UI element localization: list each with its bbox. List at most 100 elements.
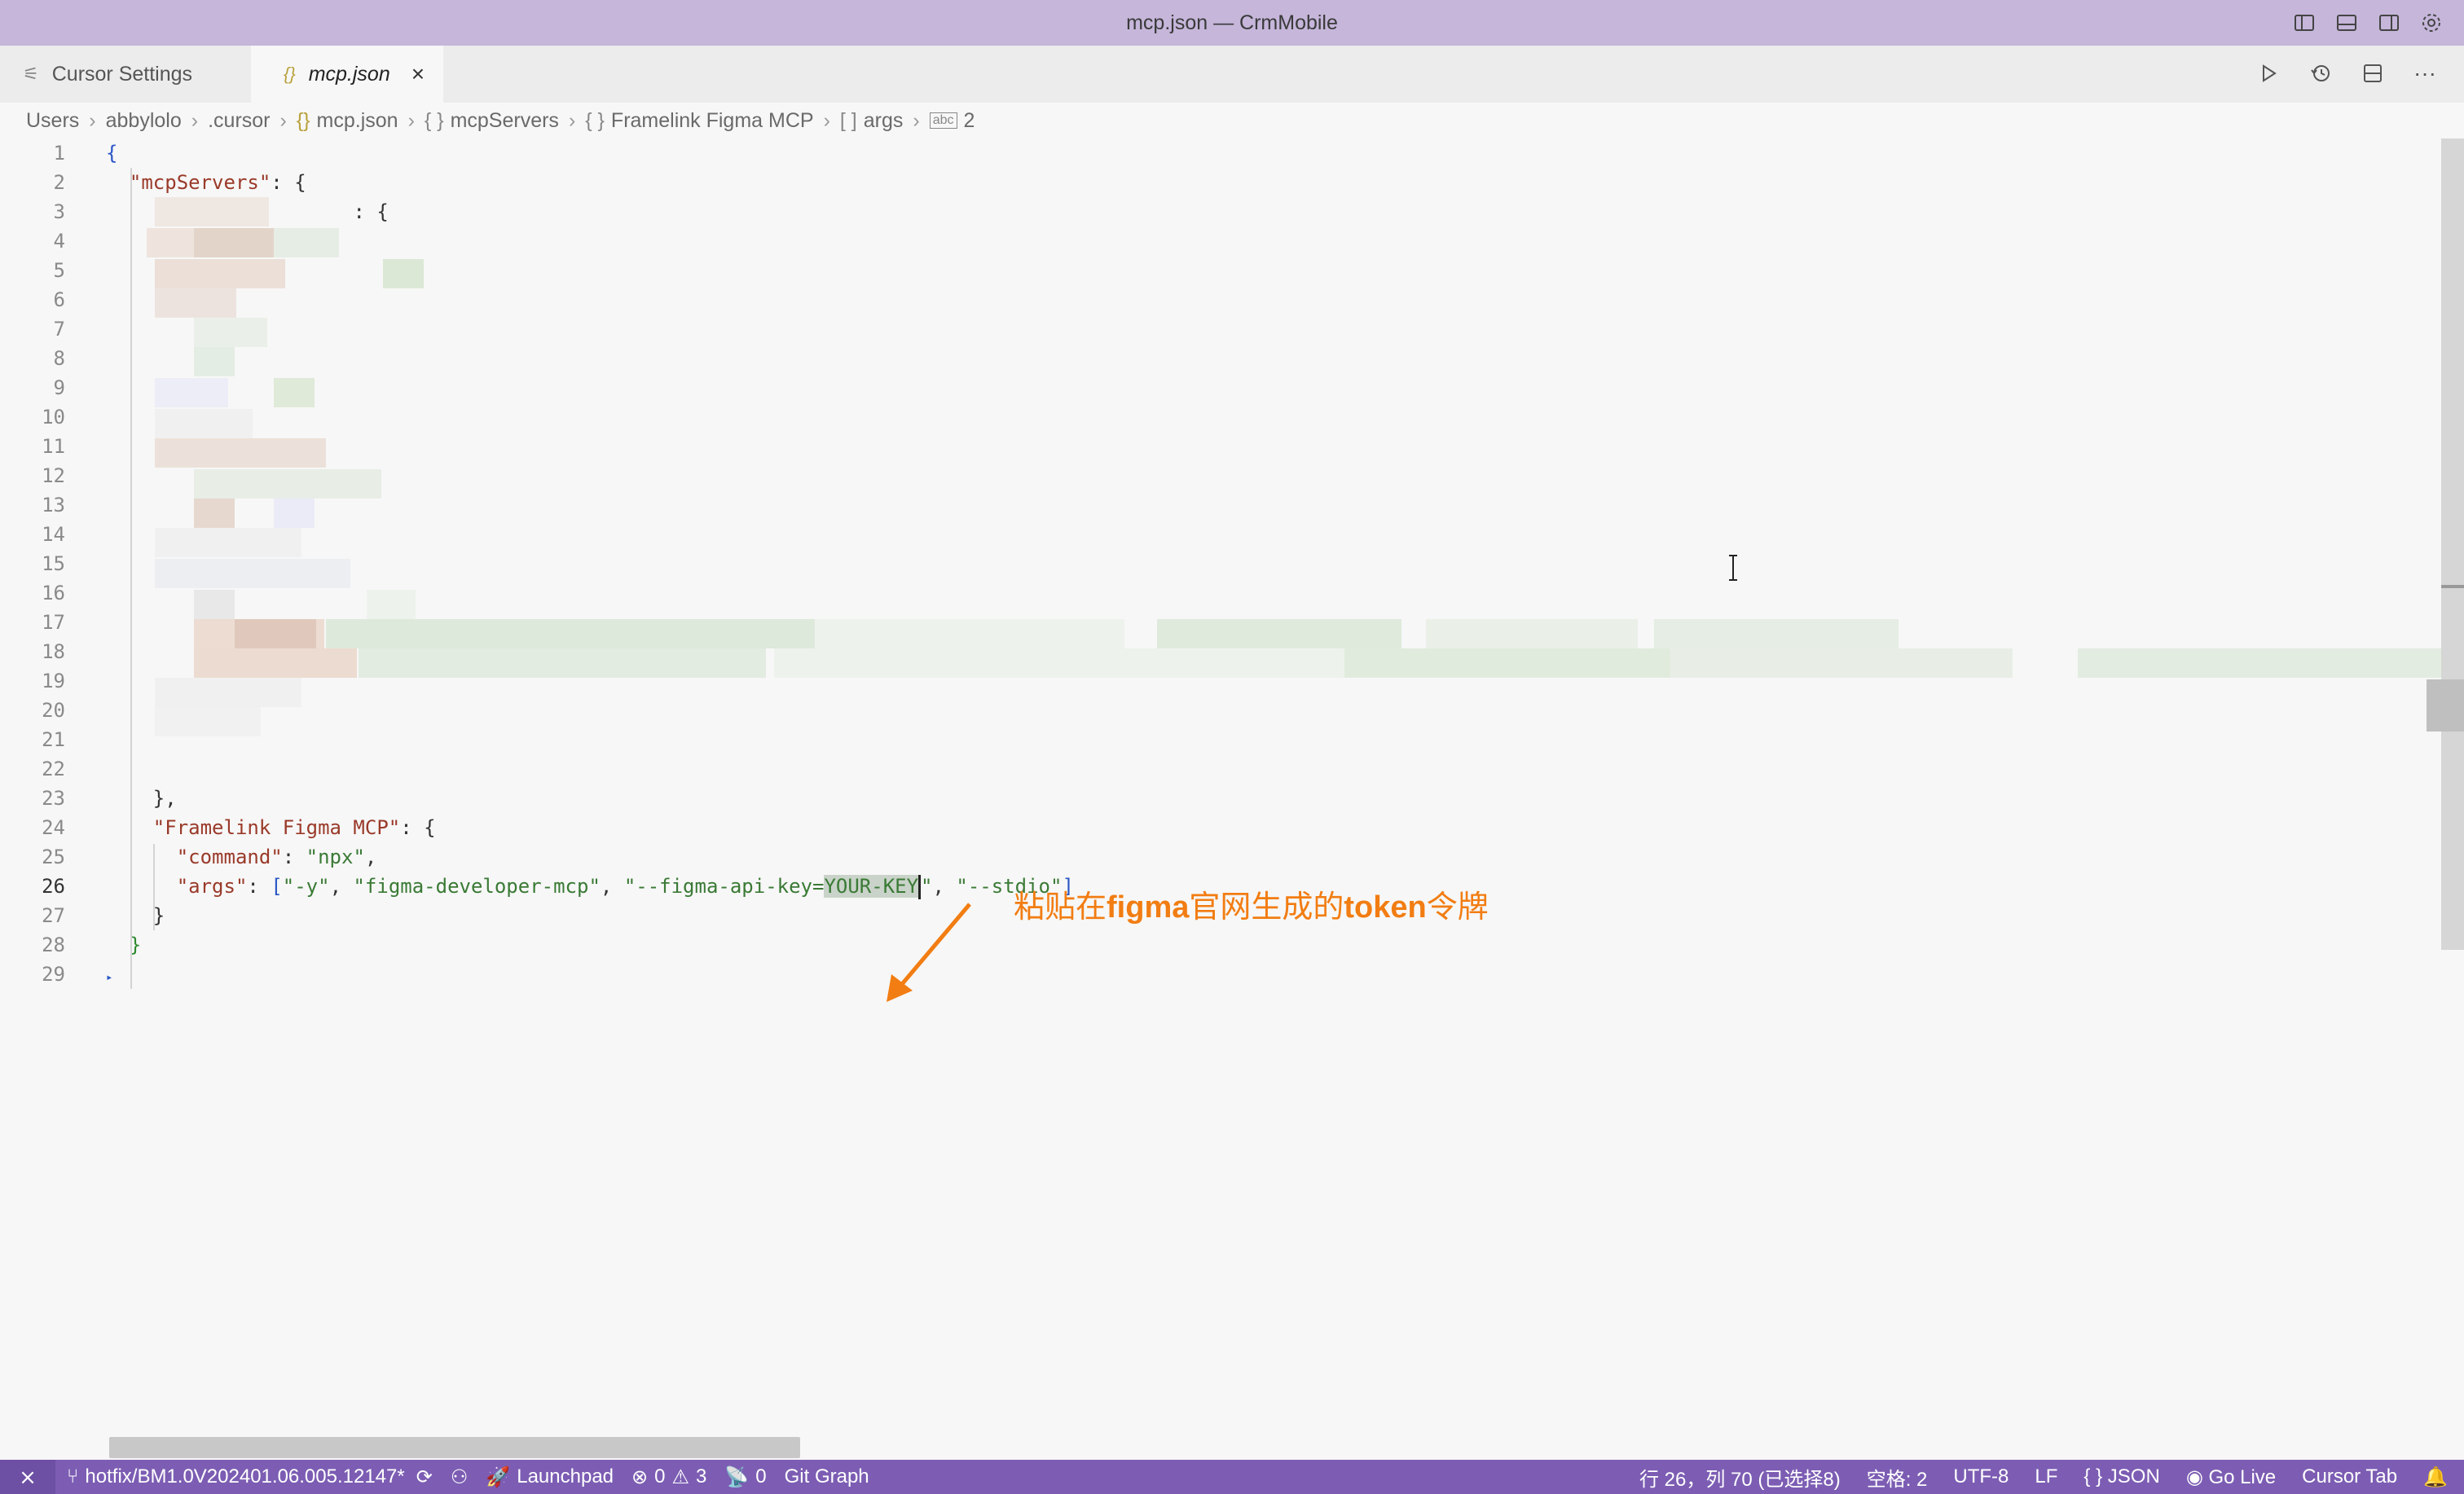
text-cursor-ibeam-icon xyxy=(1729,555,1737,581)
line-number: 2 xyxy=(53,171,65,194)
tab-cursor-settings[interactable]: ⚟ Cursor Settings xyxy=(0,46,251,103)
more-icon[interactable]: ··· xyxy=(2410,59,2440,88)
line-number: 18 xyxy=(42,640,65,663)
horizontal-scrollbar[interactable] xyxy=(109,1437,800,1458)
breadcrumb-item[interactable]: .cursor xyxy=(208,109,270,133)
settings-sliders-icon: ⚟ xyxy=(23,64,39,84)
chevron-right-icon: › xyxy=(823,108,830,132)
editor-tab-bar: ⚟ Cursor Settings {} mcp.json × ··· xyxy=(0,46,2464,103)
line-number: 10 xyxy=(42,406,65,428)
line-number: 9 xyxy=(53,376,65,399)
end-of-line[interactable]: LF xyxy=(2035,1465,2057,1488)
json-braces-icon: { } xyxy=(2083,1465,2103,1487)
chevron-right-icon: › xyxy=(89,108,96,132)
broadcast-icon: ◉ xyxy=(2185,1465,2203,1488)
line-number: 7 xyxy=(53,318,65,341)
editor-actions: ··· xyxy=(2254,59,2440,88)
warning-count: 3 xyxy=(696,1465,707,1487)
language-mode[interactable]: { } JSON xyxy=(2083,1465,2159,1488)
tab-label: Cursor Settings xyxy=(51,62,193,86)
remote-indicator-icon[interactable]: ⨯ xyxy=(0,1460,55,1494)
line-number: 6 xyxy=(53,288,65,311)
object-braces-icon: { } xyxy=(585,108,605,132)
line-number: 23 xyxy=(42,787,65,810)
status-bar-right: 行 26，列 70 (已选择8) 空格: 2 UTF-8 LF { } JSON… xyxy=(1639,1460,2448,1494)
line-number: 12 xyxy=(42,464,65,487)
git-graph-button[interactable]: Git Graph xyxy=(785,1465,869,1488)
array-brackets-icon: [ ] xyxy=(839,108,857,132)
toggle-panel-icon[interactable] xyxy=(2334,10,2360,36)
run-icon[interactable] xyxy=(2254,59,2283,88)
ports-indicator[interactable]: 📡 0 xyxy=(724,1465,766,1489)
go-live[interactable]: ◉ Go Live xyxy=(2186,1465,2276,1489)
breadcrumb-item[interactable]: args xyxy=(864,109,904,133)
go-live-label: Go Live xyxy=(2208,1465,2277,1488)
line-number: 1 xyxy=(53,142,65,165)
language-label: JSON xyxy=(2107,1465,2160,1487)
line-number: 25 xyxy=(42,846,65,868)
breadcrumb-item[interactable]: mcpServers xyxy=(451,109,559,133)
launchpad[interactable]: 🚀 Launchpad xyxy=(486,1465,614,1489)
cursor-tab[interactable]: Cursor Tab xyxy=(2302,1465,2397,1488)
problems-indicator[interactable]: ⊗ 0 ⚠ 3 xyxy=(631,1465,706,1489)
annotation-text: token xyxy=(1344,890,1427,925)
tab-label: mcp.json xyxy=(308,62,390,86)
string-abc-icon: abc xyxy=(929,112,957,129)
breadcrumb-item[interactable]: abbylolo xyxy=(106,109,182,133)
ports-count: 0 xyxy=(755,1465,767,1487)
json-key: "mcpServers" xyxy=(129,171,271,194)
tab-mcp-json[interactable]: {} mcp.json × xyxy=(251,46,443,103)
code-line: } xyxy=(106,930,2436,960)
close-icon[interactable]: × xyxy=(411,61,425,87)
line-number: 4 xyxy=(53,230,65,253)
redacted-pixelated-region xyxy=(122,197,2464,930)
cursor-position[interactable]: 行 26，列 70 (已选择8) xyxy=(1639,1463,1841,1492)
line-number: 26 xyxy=(42,875,65,898)
annotation-label: 粘贴在figma官网生成的token令牌 xyxy=(1014,881,1489,926)
notifications-bell-icon[interactable]: 🔔 xyxy=(2423,1465,2448,1489)
annotation-arrow-icon xyxy=(887,903,971,1002)
timeline-history-icon[interactable] xyxy=(2306,59,2335,88)
window-title: mcp.json — CrmMobile xyxy=(1126,11,1338,34)
indentation[interactable]: 空格: 2 xyxy=(1867,1463,1928,1492)
breadcrumb: Users › abbylolo › .cursor › {} mcp.json… xyxy=(0,103,2464,138)
breadcrumb-item[interactable]: mcp.json xyxy=(317,109,398,133)
rocket-icon: 🚀 xyxy=(486,1465,511,1488)
breadcrumb-item[interactable]: 2 xyxy=(964,109,975,133)
line-number: 29 xyxy=(42,963,65,986)
launchpad-label: Launchpad xyxy=(517,1465,614,1487)
code-line: { xyxy=(106,138,2436,168)
settings-gear-icon[interactable] xyxy=(2418,10,2444,36)
vertical-scrollbar[interactable] xyxy=(2441,138,2464,950)
error-count: 0 xyxy=(654,1465,666,1487)
layout-controls xyxy=(2291,10,2444,36)
code-editor[interactable]: 1 2 3 4 5 6 7 8 9 10 11 12 13 14 15 16 17 18 19 20 21 22 23 24 2… xyxy=(0,138,2464,1442)
toggle-secondary-sidebar-icon[interactable] xyxy=(2376,10,2402,36)
line-number: 3 xyxy=(53,200,65,223)
breadcrumb-item[interactable]: Users xyxy=(26,109,79,133)
line-number: 20 xyxy=(42,699,65,722)
line-number: 24 xyxy=(42,816,65,839)
line-number: 13 xyxy=(42,494,65,516)
scrollbar-overview-marker xyxy=(2427,679,2464,732)
status-bar: ⨯ ⑂ hotfix/BM1.0V202401.06.005.12147* ⟳ … xyxy=(0,1460,2464,1494)
line-number: 21 xyxy=(42,728,65,751)
code-line: ▸ xyxy=(106,971,113,984)
sync-icon[interactable]: ⟳ xyxy=(416,1465,433,1489)
line-number: 28 xyxy=(42,934,65,956)
chevron-right-icon: › xyxy=(407,108,415,132)
encoding[interactable]: UTF-8 xyxy=(1953,1465,2009,1488)
line-number: 17 xyxy=(42,611,65,634)
json-brace: { xyxy=(106,142,118,165)
toggle-primary-sidebar-icon[interactable] xyxy=(2291,10,2317,36)
git-branch[interactable]: ⑂ hotfix/BM1.0V202401.06.005.12147* ⟳ xyxy=(67,1465,433,1489)
breadcrumb-item[interactable]: Framelink Figma MCP xyxy=(611,109,814,133)
annotation-text: 官网生成的 xyxy=(1189,890,1344,925)
json-braces-icon: {} xyxy=(296,108,310,132)
liveshare-icon[interactable]: ⚇ xyxy=(451,1465,469,1489)
error-icon: ⊗ xyxy=(631,1465,649,1488)
git-branch-icon: ⑂ xyxy=(67,1465,79,1487)
line-number-gutter: 1 2 3 4 5 6 7 8 9 10 11 12 13 14 15 16 17 18 19 20 21 22 23 24 2… xyxy=(0,138,65,989)
object-braces-icon: { } xyxy=(424,108,444,132)
split-editor-icon[interactable] xyxy=(2358,59,2387,88)
